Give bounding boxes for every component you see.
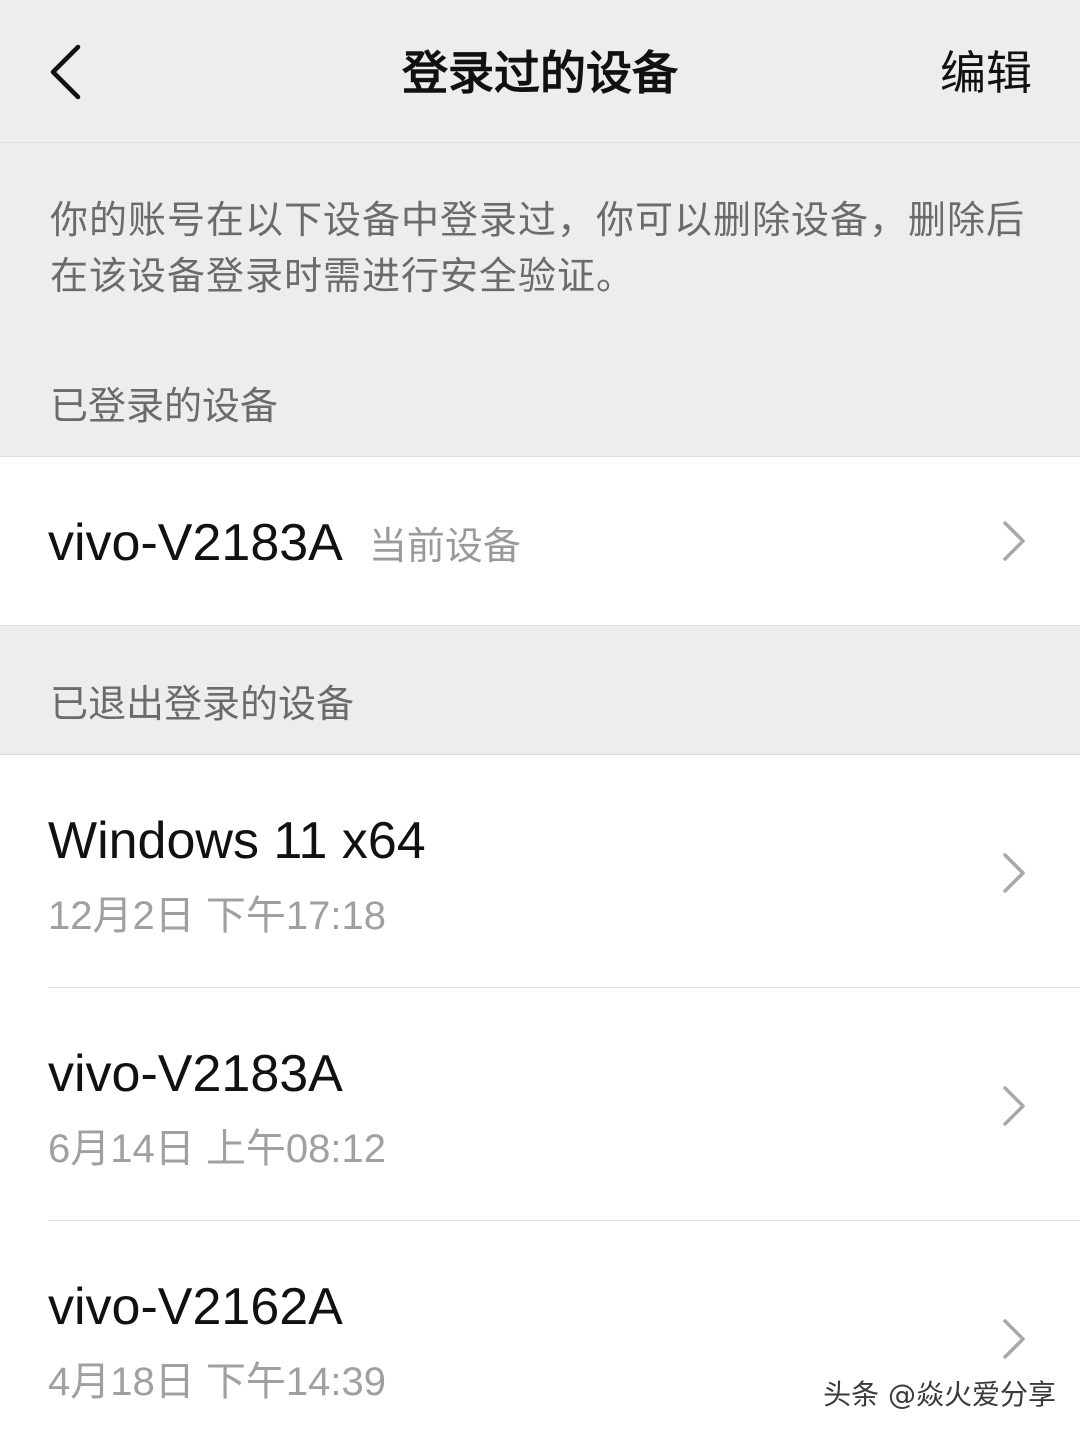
device-row[interactable]: Windows 11 x64 12月2日 下午17:18 xyxy=(0,755,1080,988)
device-login-time: 6月14日 上午08:12 xyxy=(48,1127,386,1171)
section-header-logged-out: 已退出登录的设备 xyxy=(50,682,355,726)
chevron-right-icon xyxy=(1003,1319,1025,1359)
current-device-tag: 当前设备 xyxy=(368,524,521,569)
chevron-right-icon xyxy=(1003,853,1025,893)
logged-out-device-list: Windows 11 x64 12月2日 下午17:18 vivo-V2183A… xyxy=(0,754,1080,1436)
device-name: vivo-V2162A xyxy=(48,1278,343,1336)
device-name: vivo-V2183A 当前设备 xyxy=(48,513,521,576)
chevron-right-icon xyxy=(1003,521,1025,561)
edit-button[interactable]: 编辑 xyxy=(940,40,1032,106)
device-name: vivo-V2183A xyxy=(48,1045,343,1103)
chevron-right-icon xyxy=(1003,1086,1025,1126)
watermark: 头条 @焱火爱分享 xyxy=(823,1378,1056,1411)
logged-in-device-list: vivo-V2183A 当前设备 xyxy=(0,456,1080,626)
nav-bar: 登录过的设备 编辑 xyxy=(0,0,1080,143)
device-row[interactable]: vivo-V2183A 6月14日 上午08:12 xyxy=(0,988,1080,1221)
device-row-current[interactable]: vivo-V2183A 当前设备 xyxy=(0,457,1080,625)
device-name-text: vivo-V2183A xyxy=(48,514,343,572)
page-title: 登录过的设备 xyxy=(402,46,678,100)
device-login-time: 4月18日 下午14:39 xyxy=(48,1360,386,1404)
device-name: Windows 11 x64 xyxy=(48,812,426,870)
section-header-logged-in: 已登录的设备 xyxy=(50,384,279,428)
description-text: 你的账号在以下设备中登录过，你可以删除设备，删除后在该设备登录时需进行安全验证。 xyxy=(50,198,1026,298)
device-login-time: 12月2日 下午17:18 xyxy=(48,894,386,938)
